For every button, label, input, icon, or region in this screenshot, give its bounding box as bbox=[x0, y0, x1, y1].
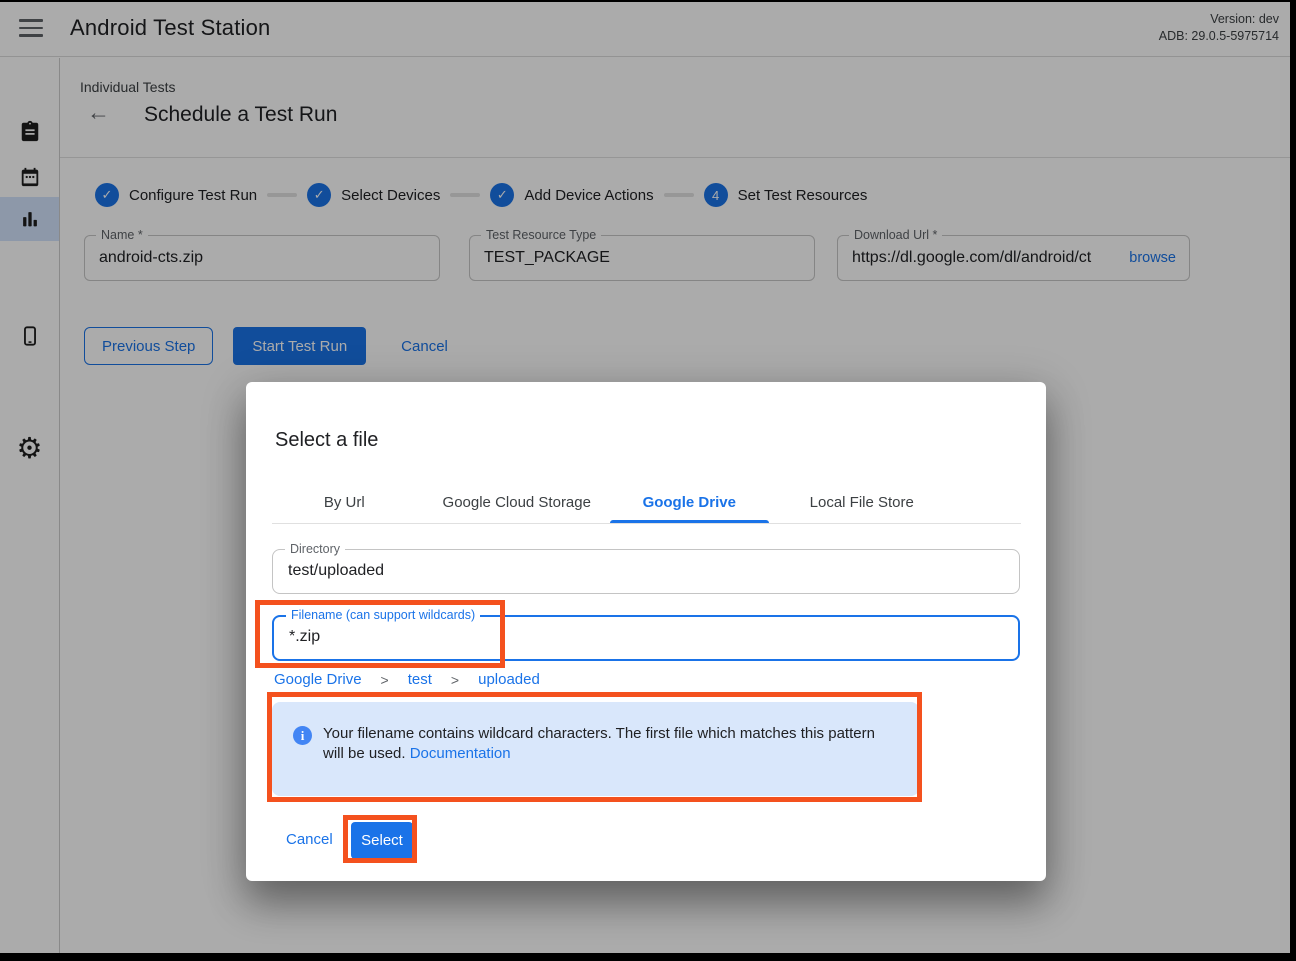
crumb-test[interactable]: test bbox=[408, 671, 432, 688]
wildcard-info-text: Your filename contains wildcard characte… bbox=[323, 724, 875, 763]
crumb-google-drive[interactable]: Google Drive bbox=[274, 671, 362, 688]
directory-field-label: Directory bbox=[285, 542, 345, 556]
info-icon: i bbox=[293, 726, 312, 745]
documentation-link[interactable]: Documentation bbox=[410, 745, 511, 762]
tab-google-drive[interactable]: Google Drive bbox=[603, 483, 776, 522]
chevron-right-icon: > bbox=[381, 672, 389, 688]
drive-breadcrumb: Google Drive > test > uploaded bbox=[274, 671, 540, 688]
directory-field[interactable]: Directory test/uploaded bbox=[272, 549, 1020, 594]
select-file-dialog: Select a file By Url Google Cloud Storag… bbox=[246, 382, 1046, 881]
chevron-right-icon: > bbox=[451, 672, 459, 688]
tab-google-cloud-storage[interactable]: Google Cloud Storage bbox=[431, 483, 604, 522]
crumb-uploaded[interactable]: uploaded bbox=[478, 671, 540, 688]
tab-local-file-store[interactable]: Local File Store bbox=[776, 483, 949, 522]
dialog-title: Select a file bbox=[275, 429, 378, 452]
tab-by-url[interactable]: By Url bbox=[258, 483, 431, 522]
info-message: Your filename contains wildcard characte… bbox=[323, 725, 875, 762]
directory-input[interactable]: test/uploaded bbox=[273, 550, 1019, 580]
dialog-tabs: By Url Google Cloud Storage Google Drive… bbox=[258, 483, 948, 522]
dialog-cancel-button[interactable]: Cancel bbox=[286, 831, 333, 848]
tabs-divider bbox=[272, 523, 1021, 524]
dialog-select-button[interactable]: Select bbox=[351, 822, 413, 859]
filename-field-label: Filename (can support wildcards) bbox=[286, 608, 480, 622]
filename-field[interactable]: Filename (can support wildcards) *.zip bbox=[272, 615, 1020, 661]
wildcard-info-banner: i Your filename contains wildcard charac… bbox=[272, 702, 919, 796]
